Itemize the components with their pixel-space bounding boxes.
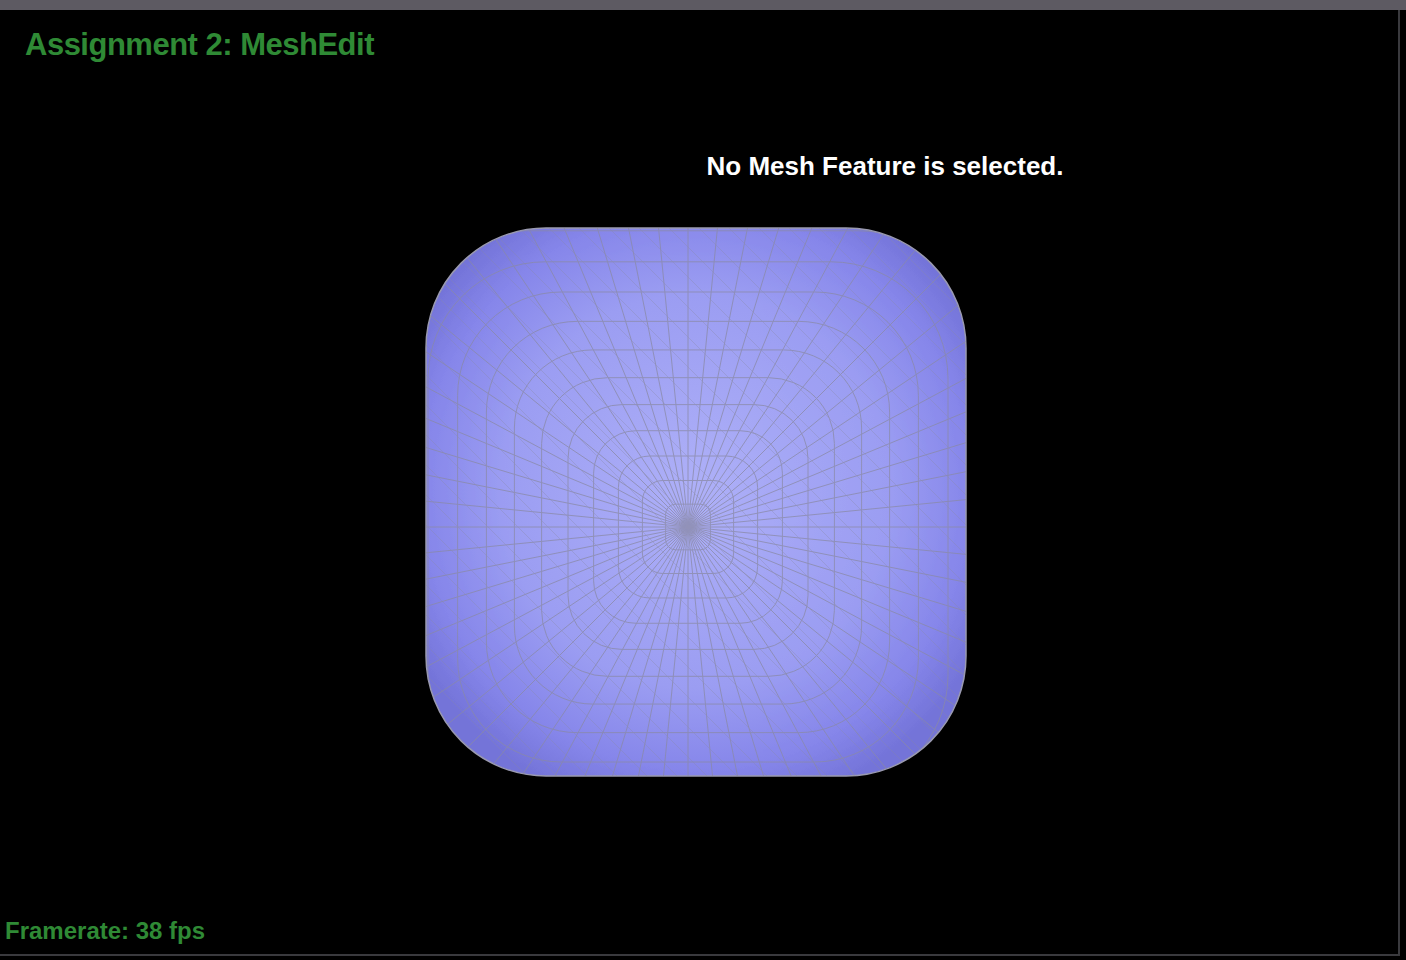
framerate-label: Framerate: 38 fps [5, 915, 205, 946]
render-viewport[interactable]: Assignment 2: MeshEdit No Mesh Feature i… [0, 10, 1400, 956]
mesh-model[interactable] [425, 227, 967, 777]
selection-message: No Mesh Feature is selected. [690, 150, 1080, 184]
window-top-bar [0, 0, 1406, 10]
app-title: Assignment 2: MeshEdit [0, 10, 1398, 63]
